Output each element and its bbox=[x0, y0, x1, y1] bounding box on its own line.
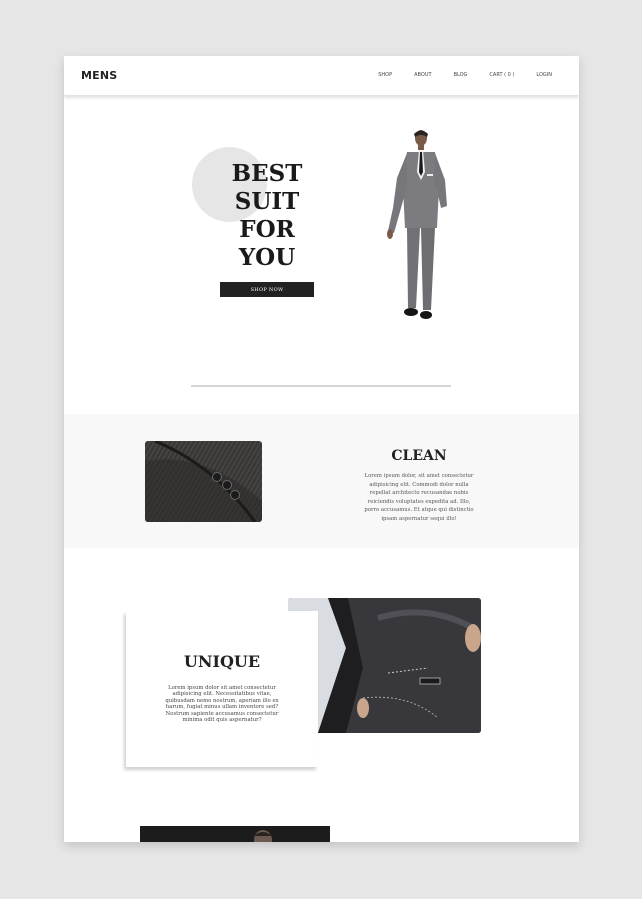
unique-title: UNIQUE bbox=[183, 652, 261, 671]
nav-link-blog[interactable]: BLOG bbox=[454, 72, 468, 78]
shop-now-button[interactable]: SHOP NOW bbox=[220, 282, 314, 297]
hero-divider bbox=[191, 385, 451, 387]
hero-title-line: BEST bbox=[231, 160, 303, 187]
page-container: MENS SHOP ABOUT BLOG CART ( 0 ) LOGIN BE… bbox=[64, 56, 579, 842]
nav-link-cart[interactable]: CART ( 0 ) bbox=[489, 72, 514, 78]
clean-description: Lorem ipsum dolor, sit amet consectetur … bbox=[364, 473, 474, 522]
bottom-model-image bbox=[140, 826, 330, 842]
hero-title-line: YOU bbox=[238, 244, 296, 271]
clean-section-band bbox=[64, 414, 579, 548]
hero-title-line: FOR bbox=[239, 216, 295, 243]
suit-sleeve-buttons-image bbox=[145, 441, 262, 522]
nav-link-login[interactable]: LOGIN bbox=[536, 72, 552, 78]
logo[interactable]: MENS bbox=[81, 69, 117, 82]
hero-model-image bbox=[387, 130, 447, 319]
hero-title: BEST SUIT FOR YOU bbox=[229, 160, 305, 272]
clean-title: CLEAN bbox=[391, 448, 447, 464]
nav-link-about[interactable]: ABOUT bbox=[414, 72, 431, 78]
nav-links: SHOP ABOUT BLOG CART ( 0 ) LOGIN bbox=[378, 72, 552, 78]
nav-link-shop[interactable]: SHOP bbox=[378, 72, 392, 78]
hero-title-line: SUIT bbox=[234, 188, 300, 215]
unique-description: Lorem ipsum dolor sit amet consectetur a… bbox=[165, 685, 279, 724]
navbar: MENS SHOP ABOUT BLOG CART ( 0 ) LOGIN bbox=[64, 56, 579, 95]
unique-card: UNIQUE Lorem ipsum dolor sit amet consec… bbox=[126, 611, 318, 767]
